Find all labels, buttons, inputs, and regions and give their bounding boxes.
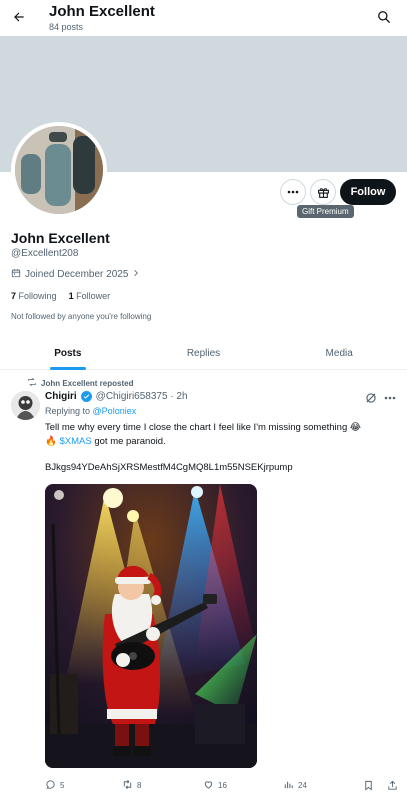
joined-date[interactable]: Joined December 2025 xyxy=(11,268,140,281)
repost-icon xyxy=(122,779,133,792)
profile-tabs: Posts Replies Media xyxy=(0,337,407,370)
views-button[interactable]: 24 xyxy=(283,779,307,792)
search-icon[interactable] xyxy=(375,8,393,26)
gift-premium-button[interactable] xyxy=(310,179,336,205)
post-text: Tell me why every time I close the chart… xyxy=(45,422,361,447)
verified-badge-icon xyxy=(80,391,92,402)
back-arrow-icon[interactable] xyxy=(9,7,29,27)
tab-media[interactable]: Media xyxy=(271,337,407,369)
bookmark-icon[interactable] xyxy=(363,780,374,791)
profile-avatar[interactable] xyxy=(11,122,107,218)
follow-stats: 7 Following 1 Follower xyxy=(11,291,110,301)
share-icon[interactable] xyxy=(387,780,398,791)
following-link[interactable]: 7 Following xyxy=(11,291,57,301)
grok-icon[interactable] xyxy=(364,391,378,405)
tab-posts[interactable]: Posts xyxy=(0,337,136,370)
reply-button[interactable]: 5 xyxy=(45,779,64,792)
top-bar: John Excellent 84 posts xyxy=(0,0,407,36)
like-button[interactable]: 16 xyxy=(203,779,227,792)
header-title: John Excellent xyxy=(49,3,155,20)
profile-handle: @Excellent208 xyxy=(11,248,79,259)
not-followed-note: Not followed by anyone you're following xyxy=(11,312,152,321)
gift-premium-tooltip: Gift Premium xyxy=(297,205,354,218)
calendar-icon xyxy=(11,268,21,281)
post-author-name[interactable]: Chigiri xyxy=(45,391,77,402)
replying-mention-link[interactable]: @Poloniex xyxy=(93,406,137,416)
post-image[interactable] xyxy=(45,484,257,768)
repost-indicator[interactable]: John Excellent reposted xyxy=(27,377,133,389)
reply-count: 5 xyxy=(60,780,65,790)
followers-link[interactable]: 1 Follower xyxy=(69,291,111,301)
repost-button[interactable]: 8 xyxy=(122,779,141,792)
like-count: 16 xyxy=(218,780,227,790)
post-more-icon[interactable] xyxy=(383,391,397,405)
chevron-right-icon xyxy=(132,269,140,280)
post-header: Chigiri @Chigiri658375 · 2h xyxy=(45,391,188,402)
post-code-text: BJkgs94YDeAhSjXRSMestfM4CgMQ8L1m55NSEKjr… xyxy=(45,462,293,473)
post-action-bar: 5 8 16 24 xyxy=(45,777,398,793)
profile-name: John Excellent xyxy=(11,230,110,246)
repost-count: 8 xyxy=(137,780,142,790)
heart-icon xyxy=(203,779,214,792)
reply-icon xyxy=(45,779,56,792)
header-post-count: 84 posts xyxy=(49,22,84,32)
repost-icon xyxy=(27,377,37,389)
more-options-button[interactable] xyxy=(280,179,306,205)
views-icon xyxy=(283,779,294,792)
tab-replies[interactable]: Replies xyxy=(136,337,272,369)
active-tab-indicator xyxy=(49,367,86,370)
follow-button[interactable]: Follow xyxy=(340,179,396,205)
views-count: 24 xyxy=(298,780,307,790)
post-author-handle[interactable]: @Chigiri658375 · 2h xyxy=(96,391,188,402)
joined-label: Joined December 2025 xyxy=(25,269,129,280)
replying-to: Replying to @Poloniex xyxy=(45,406,137,416)
cashtag-link[interactable]: $XMAS xyxy=(59,436,91,447)
post-author-avatar[interactable] xyxy=(11,391,40,420)
